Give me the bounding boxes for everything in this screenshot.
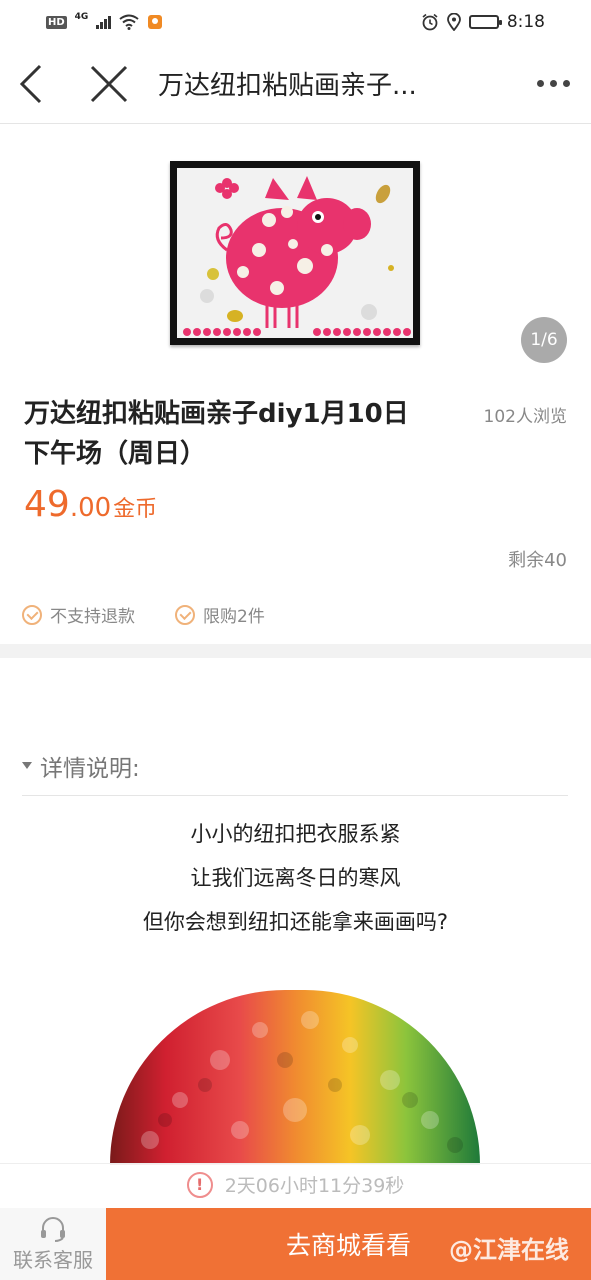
price-unit: 金币: [113, 497, 158, 522]
app-notification-icon: [148, 15, 163, 29]
contact-service-button[interactable]: 联系客服: [0, 1208, 106, 1280]
check-circle-icon: [22, 604, 42, 625]
tag-label: 不支持退款: [50, 607, 135, 627]
gallery-pager: 1/6: [521, 317, 567, 363]
page-title: 万达纽扣粘贴画亲子...: [158, 71, 417, 101]
caret-down-icon: [22, 762, 32, 769]
hd-icon: HD: [46, 15, 67, 29]
contact-service-label: 联系客服: [13, 1247, 93, 1272]
stock-remaining: 剩余40: [508, 550, 567, 571]
more-button[interactable]: [533, 64, 573, 104]
details-header: 详情说明:: [22, 750, 568, 796]
description-line: 小小的纽扣把衣服系紧: [190, 822, 401, 846]
description-line: 让我们远离冬日的寒风: [190, 866, 401, 890]
close-icon: [90, 65, 128, 102]
product-title: 万达纽扣粘贴画亲子diy1月10日下午场（周日）: [24, 399, 409, 469]
product-price: 49 .00 金币: [24, 484, 157, 525]
go-to-mall-label: 去商城看看: [285, 1231, 411, 1260]
watermark: @江津在线: [449, 1236, 569, 1264]
rainbow-buttons-image: [110, 990, 480, 1165]
tag-purchase-limit: 限购2件: [175, 602, 265, 627]
details-description: 小小的纽扣把衣服系紧 让我们远离冬日的寒风 但你会想到纽扣还能拿来画画吗?: [0, 812, 591, 944]
chevron-left-icon: [19, 64, 42, 103]
countdown-bar: ! 2天06小时11分39秒: [0, 1163, 591, 1205]
headset-icon: [41, 1216, 65, 1242]
close-button[interactable]: [78, 44, 140, 124]
section-divider: [0, 644, 591, 658]
more-dots-icon: [536, 80, 544, 87]
alarm-icon: [422, 13, 438, 31]
policy-tags: 不支持退款 限购2件: [22, 602, 265, 627]
product-image: [170, 161, 420, 345]
clock: 8:18: [506, 12, 545, 32]
check-circle-icon: [175, 604, 195, 625]
tag-no-refund: 不支持退款: [22, 602, 135, 627]
location-icon: [446, 13, 461, 31]
back-button[interactable]: [0, 44, 62, 124]
details-label: 详情说明:: [40, 755, 140, 782]
nav-bar: 万达纽扣粘贴画亲子...: [0, 44, 591, 124]
view-count: 102人浏览: [483, 407, 567, 427]
tag-label: 限购2件: [203, 607, 265, 627]
wifi-icon: [119, 14, 139, 30]
price-decimal: .00: [69, 493, 112, 523]
countdown-timer: 2天06小时11分39秒: [224, 1175, 405, 1197]
battery-icon: [468, 15, 502, 29]
product-gallery[interactable]: 1/6: [0, 125, 591, 375]
alert-circle-icon: !: [186, 1171, 213, 1198]
button-pig-artwork: [183, 176, 411, 336]
product-info: 万达纽扣粘贴画亲子diy1月10日下午场（周日） 102人浏览 49 .00 金…: [0, 380, 591, 648]
signal-icon: [96, 15, 112, 29]
status-bar: HD 4G 8:18: [0, 0, 591, 44]
status-right: 8:18: [421, 12, 545, 32]
description-line: 但你会想到纽扣还能拿来画画吗?: [142, 910, 449, 934]
go-to-mall-button[interactable]: 去商城看看 @江津在线: [106, 1208, 591, 1280]
bottom-action-bar: 联系客服 去商城看看 @江津在线: [0, 1208, 591, 1280]
status-left: HD 4G: [46, 12, 163, 30]
network-type-label: 4G: [74, 12, 89, 22]
price-integer: 49: [24, 484, 70, 525]
